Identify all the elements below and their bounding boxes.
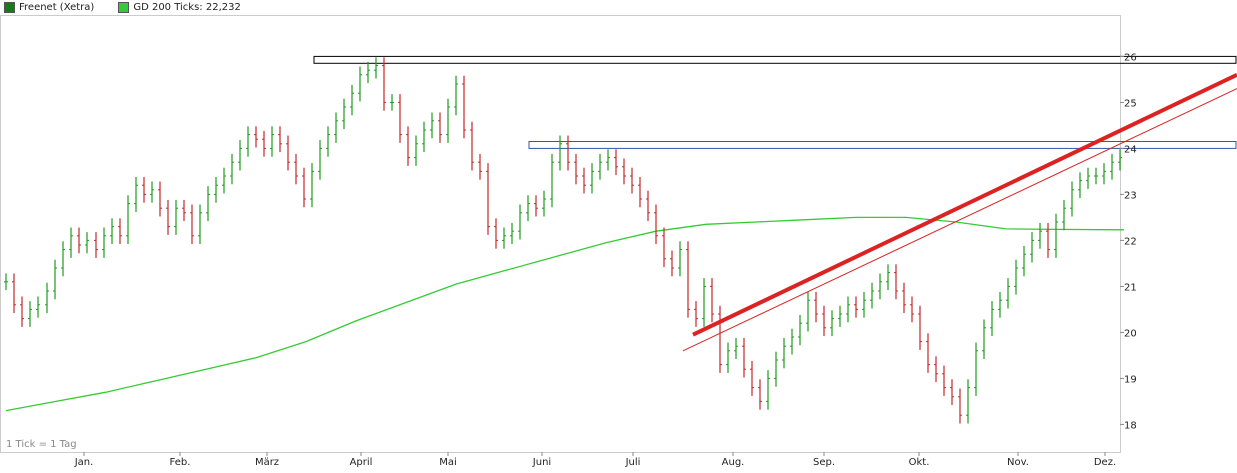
x-tick-label: Dez. — [1094, 457, 1116, 468]
x-tick-label: Nov. — [1007, 457, 1029, 468]
x-tick-label: Okt. — [909, 457, 930, 468]
y-tick-label: 21 — [1124, 282, 1137, 293]
y-tick-label: 18 — [1124, 420, 1137, 431]
y-tick-label: 20 — [1124, 328, 1137, 339]
x-tick-label: Sep. — [813, 457, 835, 468]
y-tick-label: 19 — [1124, 374, 1137, 385]
x-tick-label: März — [255, 457, 279, 468]
x-tick-label: Juli — [625, 457, 641, 468]
legend-swatch-price — [4, 2, 15, 13]
chart: 181920212223242526 Jan. Feb. März April Mai J… — [0, 15, 1237, 468]
y-tick-label: 22 — [1124, 236, 1137, 247]
x-tick-label: Jan. — [74, 457, 94, 468]
y-tick-label: 23 — [1124, 190, 1137, 201]
legend-item-price: Freenet (Xetra) — [4, 1, 94, 14]
y-tick-label: 25 — [1124, 98, 1137, 109]
x-tick-label: April — [350, 457, 373, 468]
tick-footnote: 1 Tick = 1 Tag — [6, 439, 77, 450]
y-tick-label: 26 — [1124, 52, 1137, 63]
x-tick-label: Feb. — [170, 457, 191, 468]
x-tick-label: Mai — [439, 457, 457, 468]
x-tick-label: Aug. — [722, 457, 745, 468]
x-tick-label: Juni — [532, 457, 551, 468]
legend-swatch-ma — [118, 2, 130, 13]
y-tick-label: 24 — [1124, 144, 1137, 155]
legend-label-ma: GD 200 Ticks: 22,232 — [133, 2, 241, 13]
y-axis: 18 19 20 21 22 23 24 25 26 — [1120, 52, 1137, 431]
legend: Freenet (Xetra) GD 200 Ticks: 22,232 — [4, 1, 241, 14]
legend-label-price: Freenet (Xetra) — [19, 2, 95, 13]
legend-item-ma: GD 200 Ticks: 22,232 — [118, 1, 241, 14]
x-axis: Jan. Feb. März April Mai Juni Juli Aug. Sep. Okt.… — [74, 452, 1116, 468]
